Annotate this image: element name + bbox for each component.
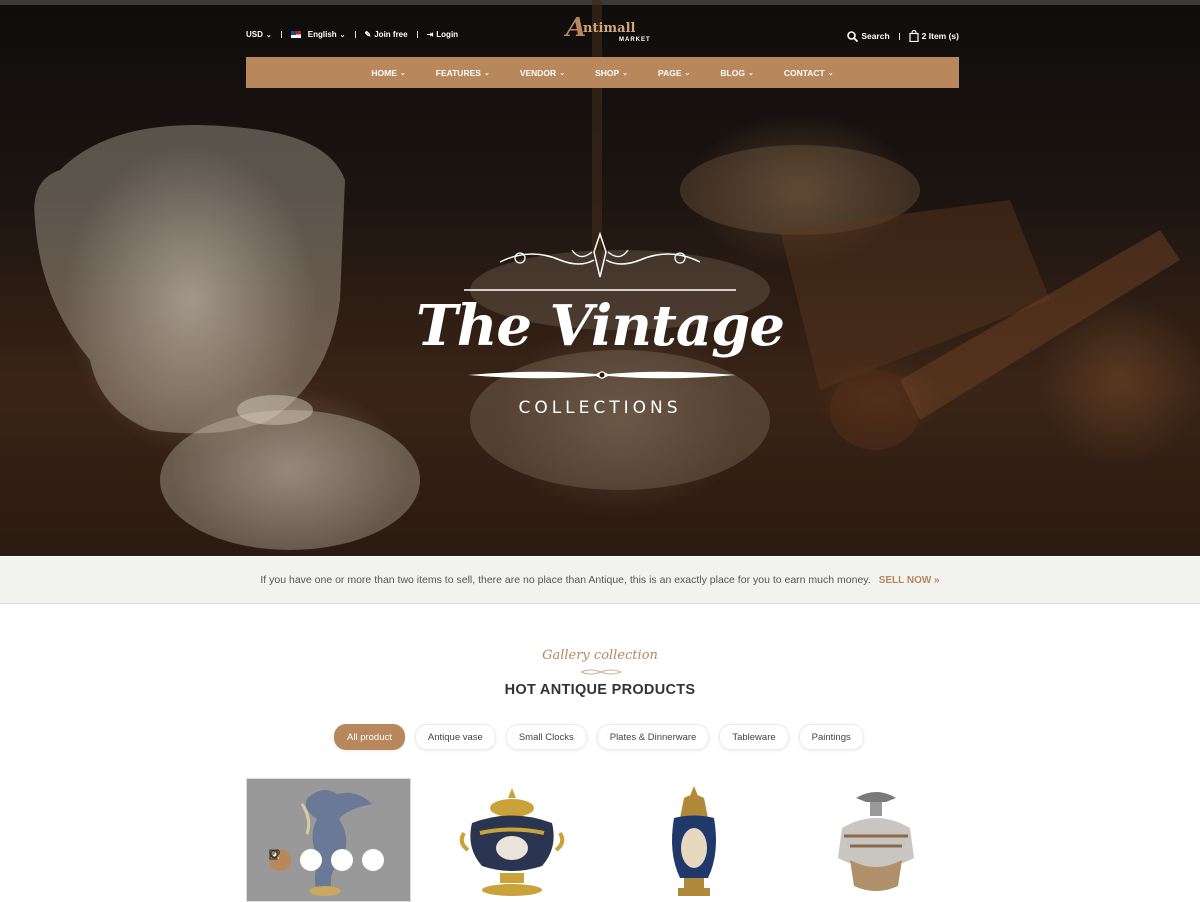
chevron-down-icon: ⌄ <box>622 69 629 77</box>
main-nav: HOME ⌄ FEATURES ⌄ VENDOR ⌄ SHOP ⌄ PAGE ⌄ BLOG… <box>246 57 959 88</box>
wishlist-button[interactable] <box>269 849 353 871</box>
join-label: Join free <box>374 30 408 39</box>
chevron-down-icon: ⌄ <box>339 31 346 39</box>
category-filters: All product Antique vase Small Clocks Pl… <box>334 724 864 750</box>
logo-subtitle: MARKET <box>619 37 651 43</box>
cart-label: 2 Item (s) <box>921 31 959 41</box>
chevron-down-icon: ⌄ <box>684 69 691 77</box>
chevron-down-icon: ⌄ <box>827 69 834 77</box>
top-bar-right: Search 2 Item (s) <box>847 30 959 42</box>
product-actions <box>269 849 384 871</box>
site-logo[interactable]: A ntimall MARKET <box>566 13 650 50</box>
product-card[interactable] <box>246 778 411 902</box>
divider <box>898 32 900 40</box>
chevron-down-icon: ⌄ <box>265 31 272 39</box>
nav-item-page[interactable]: PAGE ⌄ <box>658 68 690 78</box>
filter-small-clocks[interactable]: Small Clocks <box>505 724 587 750</box>
details-button[interactable] <box>269 849 384 871</box>
filter-all-product[interactable]: All product <box>334 724 405 750</box>
nav-label: VENDOR <box>519 67 557 78</box>
heading-ornament-icon <box>580 669 622 675</box>
filter-antique-vase[interactable]: Antique vase <box>414 724 496 750</box>
file-icon <box>269 849 278 860</box>
currency-selector[interactable]: USD ⌄ <box>246 30 272 39</box>
login-link[interactable]: ⇥ Login <box>427 30 458 39</box>
search-link[interactable]: Search <box>847 30 890 42</box>
top-ornament-icon <box>464 232 736 291</box>
divider <box>354 31 356 38</box>
product-image <box>838 792 914 891</box>
nav-label: FEATURES <box>435 67 481 78</box>
us-flag-icon <box>290 31 301 38</box>
nav-label: SHOP <box>595 67 620 78</box>
filter-plates-dinnerware[interactable]: Plates & Dinnerware <box>596 724 710 750</box>
login-label: Login <box>436 30 459 39</box>
filter-paintings[interactable]: Paintings <box>798 724 864 750</box>
nav-item-contact[interactable]: CONTACT ⌄ <box>784 68 834 78</box>
top-bar-left: USD ⌄ English ⌄ ✎ Join free ⇥ Login <box>246 30 458 39</box>
nav-item-home[interactable]: HOME ⌄ <box>371 68 405 78</box>
nav-label: CONTACT <box>783 67 825 78</box>
section-title: HOT ANTIQUE PRODUCTS <box>504 682 696 698</box>
shopping-bag-icon <box>909 30 919 42</box>
search-icon <box>847 30 859 42</box>
section-script-heading: Gallery collection <box>542 648 658 663</box>
nav-label: HOME <box>371 67 397 78</box>
divider <box>416 31 418 38</box>
top-bar: USD ⌄ English ⌄ ✎ Join free ⇥ Login A nt… <box>246 13 959 46</box>
product-image <box>672 786 716 896</box>
product-image <box>459 788 565 896</box>
chevron-down-icon: ⌄ <box>483 69 490 77</box>
login-icon: ⇥ <box>426 30 434 39</box>
product-card[interactable] <box>794 778 957 900</box>
chevron-down-icon: ⌄ <box>559 69 566 77</box>
chevron-down-icon: ⌄ <box>747 69 754 77</box>
currency-label: USD <box>246 30 263 39</box>
search-label: Search <box>861 31 890 41</box>
nav-item-blog[interactable]: BLOG ⌄ <box>720 68 753 78</box>
nav-label: BLOG <box>720 67 745 78</box>
chevron-down-icon: ⌄ <box>399 69 406 77</box>
language-label: English <box>307 30 337 39</box>
sell-banner: If you have one or more than two items t… <box>0 557 1200 604</box>
sell-now-link[interactable]: SELL NOW » <box>879 575 940 586</box>
divider <box>280 31 282 38</box>
logo-name: ntimall <box>583 21 636 36</box>
nav-item-vendor[interactable]: VENDOR ⌄ <box>520 68 565 78</box>
divider-ornament-icon <box>468 371 736 379</box>
compare-button[interactable] <box>270 849 322 871</box>
hero-banner: USD ⌄ English ⌄ ✎ Join free ⇥ Login A nt… <box>0 0 1200 556</box>
filter-tableware[interactable]: Tableware <box>719 724 789 750</box>
product-card[interactable] <box>612 778 775 900</box>
product-card[interactable] <box>430 778 593 900</box>
sell-banner-text: If you have one or more than two items t… <box>260 574 871 586</box>
language-selector[interactable]: English ⌄ <box>290 30 346 39</box>
nav-label: PAGE <box>658 67 682 78</box>
hero-title: The Vintage <box>416 293 785 359</box>
product-image <box>300 790 372 896</box>
pencil-icon: ✎ <box>364 30 372 39</box>
hero-subtitle: COLLECTIONS <box>518 398 682 418</box>
cart-link[interactable]: 2 Item (s) <box>909 30 959 42</box>
nav-item-features[interactable]: FEATURES ⌄ <box>436 68 490 78</box>
nav-item-shop[interactable]: SHOP ⌄ <box>595 68 628 78</box>
join-free-link[interactable]: ✎ Join free <box>365 30 408 39</box>
